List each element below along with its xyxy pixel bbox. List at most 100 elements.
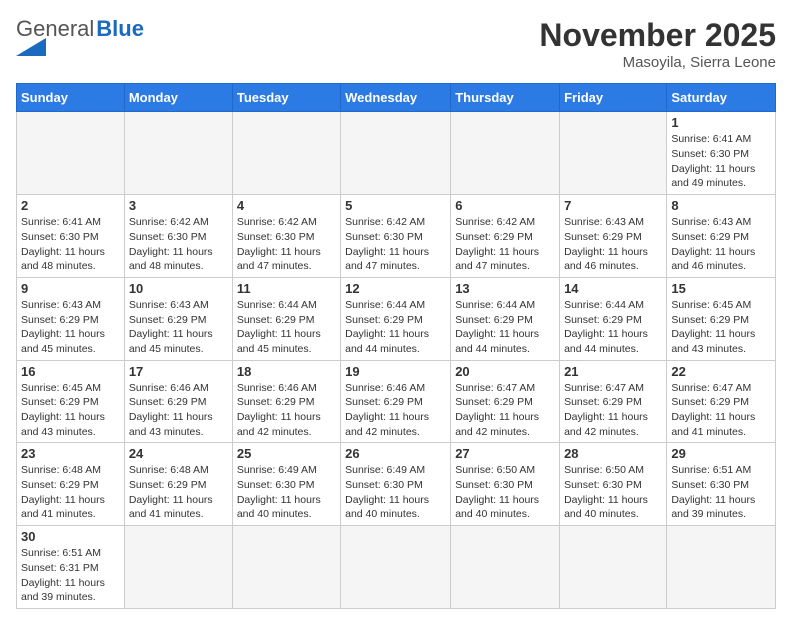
day-info: Sunrise: 6:50 AM Sunset: 6:30 PM Dayligh… xyxy=(564,463,662,522)
calendar-cell: 29 Sunrise: 6:51 AM Sunset: 6:30 PM Dayli… xyxy=(667,443,776,526)
calendar-cell: 18Sunrise: 6:46 AM Sunset: 6:29 PM Dayli… xyxy=(232,360,340,443)
day-info: Sunrise: 6:44 AM Sunset: 6:29 PM Dayligh… xyxy=(237,298,336,357)
day-number: 16 xyxy=(21,364,120,379)
calendar-cell: 25Sunrise: 6:49 AM Sunset: 6:30 PM Dayli… xyxy=(232,443,340,526)
calendar-cell: 11 Sunrise: 6:44 AM Sunset: 6:29 PM Dayli… xyxy=(232,277,340,360)
day-info: Sunrise: 6:47 AM Sunset: 6:29 PM Dayligh… xyxy=(564,381,662,440)
calendar-cell xyxy=(341,112,451,195)
calendar-week-row: 23 Sunrise: 6:48 AM Sunset: 6:29 PM Dayli… xyxy=(17,443,776,526)
calendar-cell: 14 Sunrise: 6:44 AM Sunset: 6:29 PM Dayli… xyxy=(560,277,667,360)
logo-icon xyxy=(16,38,46,56)
calendar-cell: 13 Sunrise: 6:44 AM Sunset: 6:29 PM Dayli… xyxy=(451,277,560,360)
column-header-friday: Friday xyxy=(560,84,667,112)
day-info: Sunrise: 6:47 AM Sunset: 6:29 PM Dayligh… xyxy=(455,381,555,440)
day-info: Sunrise: 6:46 AM Sunset: 6:29 PM Dayligh… xyxy=(345,381,446,440)
logo: General Blue xyxy=(16,16,144,56)
day-number: 11 xyxy=(237,281,336,296)
day-info: Sunrise: 6:43 AM Sunset: 6:29 PM Dayligh… xyxy=(564,215,662,274)
calendar-cell xyxy=(451,112,560,195)
day-number: 25 xyxy=(237,446,336,461)
day-number: 21 xyxy=(564,364,662,379)
day-info: Sunrise: 6:48 AM Sunset: 6:29 PM Dayligh… xyxy=(21,463,120,522)
day-info: Sunrise: 6:45 AM Sunset: 6:29 PM Dayligh… xyxy=(671,298,771,357)
day-number: 10 xyxy=(129,281,228,296)
calendar-cell: 4 Sunrise: 6:42 AM Sunset: 6:30 PM Daylig… xyxy=(232,195,340,278)
title-section: November 2025 Masoyila, Sierra Leone xyxy=(539,16,776,71)
calendar-cell xyxy=(560,112,667,195)
calendar-cell xyxy=(232,526,340,609)
day-info: Sunrise: 6:51 AM Sunset: 6:30 PM Dayligh… xyxy=(671,463,771,522)
calendar-cell: 19 Sunrise: 6:46 AM Sunset: 6:29 PM Dayli… xyxy=(341,360,451,443)
calendar-cell: 17 Sunrise: 6:46 AM Sunset: 6:29 PM Dayli… xyxy=(124,360,232,443)
day-info: Sunrise: 6:42 AM Sunset: 6:30 PM Dayligh… xyxy=(129,215,228,274)
calendar-cell: 24Sunrise: 6:48 AM Sunset: 6:29 PM Dayli… xyxy=(124,443,232,526)
day-info: Sunrise: 6:51 AM Sunset: 6:31 PM Dayligh… xyxy=(21,546,120,605)
calendar-cell: 30Sunrise: 6:51 AM Sunset: 6:31 PM Dayli… xyxy=(17,526,125,609)
day-number: 14 xyxy=(564,281,662,296)
day-number: 6 xyxy=(455,198,555,213)
calendar-cell: 10 Sunrise: 6:43 AM Sunset: 6:29 PM Dayli… xyxy=(124,277,232,360)
calendar-cell: 23 Sunrise: 6:48 AM Sunset: 6:29 PM Dayli… xyxy=(17,443,125,526)
logo-blue-text: Blue xyxy=(96,16,144,42)
calendar-week-row: 9 Sunrise: 6:43 AM Sunset: 6:29 PM Daylig… xyxy=(17,277,776,360)
day-number: 29 xyxy=(671,446,771,461)
column-header-saturday: Saturday xyxy=(667,84,776,112)
calendar-cell xyxy=(667,526,776,609)
column-header-wednesday: Wednesday xyxy=(341,84,451,112)
day-info: Sunrise: 6:42 AM Sunset: 6:29 PM Dayligh… xyxy=(455,215,555,274)
day-number: 28 xyxy=(564,446,662,461)
column-header-sunday: Sunday xyxy=(17,84,125,112)
calendar-cell: 6 Sunrise: 6:42 AM Sunset: 6:29 PM Daylig… xyxy=(451,195,560,278)
calendar-cell: 20Sunrise: 6:47 AM Sunset: 6:29 PM Dayli… xyxy=(451,360,560,443)
day-number: 23 xyxy=(21,446,120,461)
day-number: 24 xyxy=(129,446,228,461)
day-info: Sunrise: 6:45 AM Sunset: 6:29 PM Dayligh… xyxy=(21,381,120,440)
day-number: 2 xyxy=(21,198,120,213)
calendar-cell: 7 Sunrise: 6:43 AM Sunset: 6:29 PM Daylig… xyxy=(560,195,667,278)
day-number: 15 xyxy=(671,281,771,296)
calendar-week-row: 16 Sunrise: 6:45 AM Sunset: 6:29 PM Dayli… xyxy=(17,360,776,443)
day-info: Sunrise: 6:43 AM Sunset: 6:29 PM Dayligh… xyxy=(671,215,771,274)
day-number: 22 xyxy=(671,364,771,379)
day-number: 1 xyxy=(671,115,771,130)
calendar-table: SundayMondayTuesdayWednesdayThursdayFrid… xyxy=(16,83,776,609)
calendar-cell: 16 Sunrise: 6:45 AM Sunset: 6:29 PM Dayli… xyxy=(17,360,125,443)
day-info: Sunrise: 6:44 AM Sunset: 6:29 PM Dayligh… xyxy=(564,298,662,357)
calendar-header-row: SundayMondayTuesdayWednesdayThursdayFrid… xyxy=(17,84,776,112)
day-number: 4 xyxy=(237,198,336,213)
day-number: 3 xyxy=(129,198,228,213)
calendar-cell: 3 Sunrise: 6:42 AM Sunset: 6:30 PM Daylig… xyxy=(124,195,232,278)
day-number: 5 xyxy=(345,198,446,213)
calendar-cell xyxy=(341,526,451,609)
calendar-cell: 2 Sunrise: 6:41 AM Sunset: 6:30 PM Daylig… xyxy=(17,195,125,278)
day-number: 17 xyxy=(129,364,228,379)
day-info: Sunrise: 6:44 AM Sunset: 6:29 PM Dayligh… xyxy=(345,298,446,357)
calendar-cell: 28 Sunrise: 6:50 AM Sunset: 6:30 PM Dayli… xyxy=(560,443,667,526)
day-number: 19 xyxy=(345,364,446,379)
calendar-cell: 22 Sunrise: 6:47 AM Sunset: 6:29 PM Dayli… xyxy=(667,360,776,443)
column-header-tuesday: Tuesday xyxy=(232,84,340,112)
day-number: 8 xyxy=(671,198,771,213)
calendar-cell: 9Sunrise: 6:43 AM Sunset: 6:29 PM Daylig… xyxy=(17,277,125,360)
calendar-cell: 15 Sunrise: 6:45 AM Sunset: 6:29 PM Dayli… xyxy=(667,277,776,360)
calendar-cell xyxy=(232,112,340,195)
day-info: Sunrise: 6:43 AM Sunset: 6:29 PM Dayligh… xyxy=(129,298,228,357)
calendar-cell: 1 Sunrise: 6:41 AM Sunset: 6:30 PM Daylig… xyxy=(667,112,776,195)
day-number: 7 xyxy=(564,198,662,213)
day-number: 26 xyxy=(345,446,446,461)
day-info: Sunrise: 6:41 AM Sunset: 6:30 PM Dayligh… xyxy=(21,215,120,274)
calendar-cell xyxy=(124,526,232,609)
day-info: Sunrise: 6:42 AM Sunset: 6:30 PM Dayligh… xyxy=(237,215,336,274)
calendar-week-row: 1 Sunrise: 6:41 AM Sunset: 6:30 PM Daylig… xyxy=(17,112,776,195)
day-number: 9 xyxy=(21,281,120,296)
day-info: Sunrise: 6:46 AM Sunset: 6:29 PM Dayligh… xyxy=(237,381,336,440)
calendar-cell xyxy=(124,112,232,195)
day-number: 13 xyxy=(455,281,555,296)
day-info: Sunrise: 6:46 AM Sunset: 6:29 PM Dayligh… xyxy=(129,381,228,440)
day-info: Sunrise: 6:44 AM Sunset: 6:29 PM Dayligh… xyxy=(455,298,555,357)
calendar-cell xyxy=(560,526,667,609)
calendar-cell xyxy=(17,112,125,195)
day-info: Sunrise: 6:41 AM Sunset: 6:30 PM Dayligh… xyxy=(671,132,771,191)
day-info: Sunrise: 6:47 AM Sunset: 6:29 PM Dayligh… xyxy=(671,381,771,440)
calendar-cell: 12Sunrise: 6:44 AM Sunset: 6:29 PM Dayli… xyxy=(341,277,451,360)
